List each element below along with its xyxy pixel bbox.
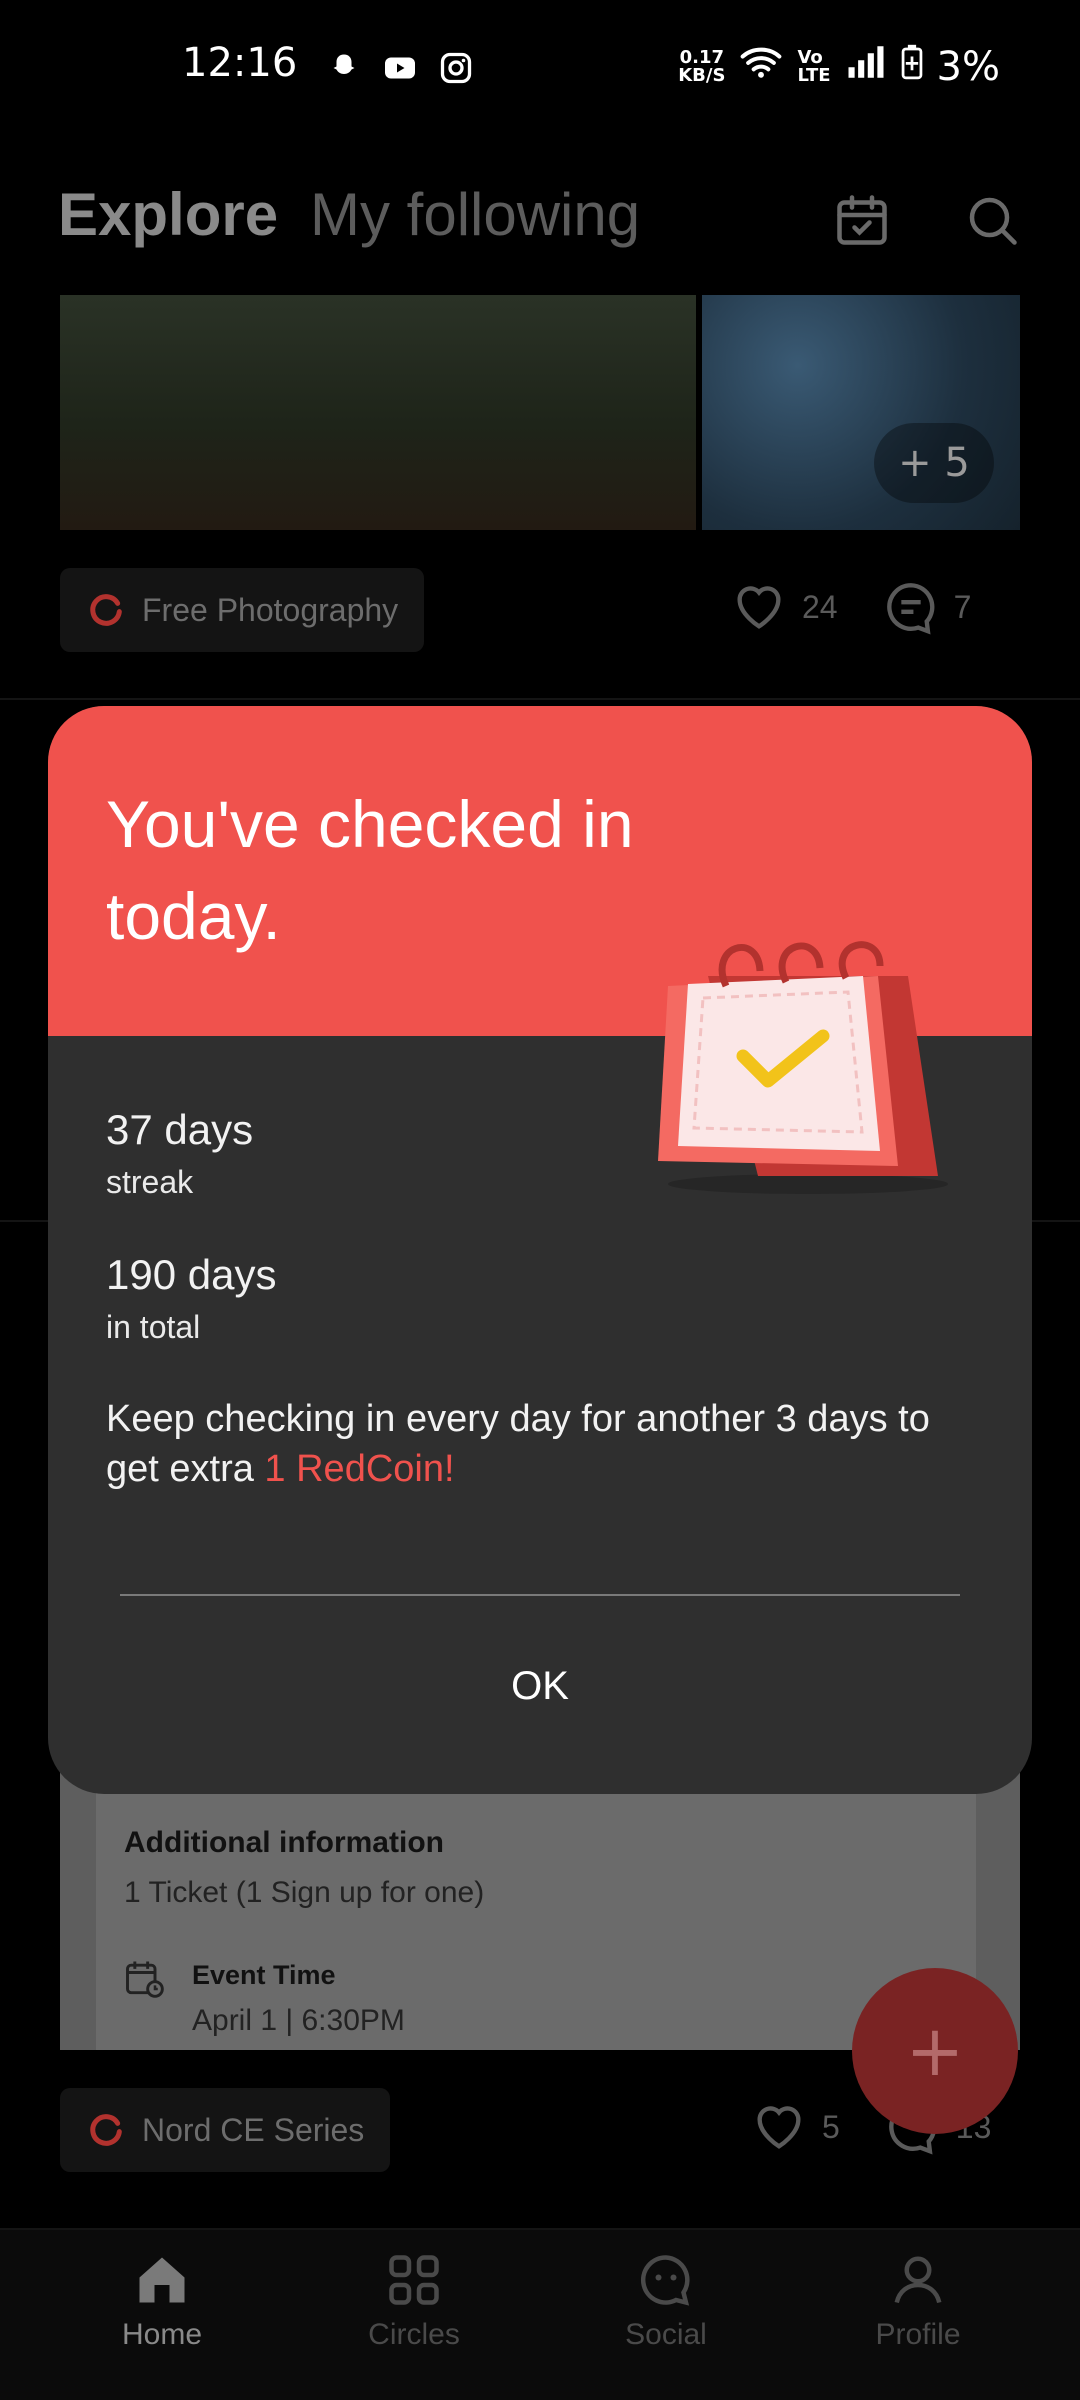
- more-photos-count[interactable]: + 5: [874, 423, 994, 503]
- tab-my-following[interactable]: My following: [310, 180, 640, 249]
- circle-logo-icon: [90, 594, 122, 626]
- social-icon: [640, 2255, 690, 2306]
- search-icon[interactable]: [962, 190, 1022, 250]
- network-speed: 0.17 KB/S: [678, 49, 725, 85]
- dialog-title: You've checked in today.: [106, 787, 634, 953]
- status-right: 0.17 KB/S Vo LTE 3%: [678, 40, 1000, 94]
- streak-label: streak: [106, 1164, 194, 1200]
- comment-icon[interactable]: [882, 578, 940, 636]
- create-post-button[interactable]: +: [852, 1968, 1018, 2134]
- nav-label: Circles: [368, 2318, 460, 2351]
- status-bar: 12:16 0.17 KB/S Vo LTE 3%: [0, 0, 1080, 130]
- notification-icons: [326, 50, 474, 86]
- snapchat-icon: [326, 50, 362, 86]
- like-icon[interactable]: [750, 2098, 808, 2156]
- wifi-icon: [739, 40, 783, 94]
- calendar-illustration: [658, 941, 948, 1194]
- bottom-navigation: Home Circles Social Profile: [0, 2228, 1080, 2400]
- message-text: Keep checking in every day for another 3…: [106, 1398, 930, 1490]
- event-calendar-icon: [122, 1956, 166, 2000]
- home-icon: [139, 2257, 185, 2303]
- circle-name: Nord CE Series: [142, 2111, 365, 2148]
- nav-social[interactable]: Social: [586, 2250, 746, 2352]
- battery-percent: 3%: [936, 44, 1000, 90]
- plus-icon: +: [905, 2010, 965, 2092]
- like-icon[interactable]: [730, 578, 788, 636]
- total-value: 190 days: [106, 1251, 277, 1298]
- ok-button[interactable]: OK: [48, 1636, 1032, 1736]
- nav-circles[interactable]: Circles: [334, 2250, 494, 2352]
- lte-bottom: LTE: [797, 65, 831, 86]
- battery-icon: [901, 42, 923, 92]
- like-count: 24: [802, 588, 838, 625]
- top-header: Explore My following: [58, 170, 1022, 270]
- check-in-dialog: You've checked in today. 37 days streak …: [48, 706, 1032, 1794]
- nav-home[interactable]: Home: [82, 2250, 242, 2352]
- nav-profile[interactable]: Profile: [838, 2250, 998, 2352]
- check-in-message: Keep checking in every day for another 3…: [106, 1394, 986, 1494]
- check-in-calendar-icon[interactable]: [832, 190, 892, 250]
- comment-count: 7: [953, 588, 972, 625]
- post-photo-butterfly[interactable]: + 5: [702, 295, 1020, 530]
- dialog-divider: [120, 1594, 960, 1596]
- streak-value: 37 days: [106, 1106, 254, 1153]
- nav-label: Profile: [875, 2318, 961, 2351]
- circle-chip[interactable]: Free Photography: [60, 568, 425, 652]
- signal-icon: [845, 41, 887, 93]
- like-count: 5: [822, 2108, 840, 2145]
- nav-label: Home: [121, 2318, 203, 2351]
- profile-icon: [894, 2256, 942, 2304]
- nav-label: Social: [625, 2318, 707, 2351]
- additional-info-value: 1 Ticket (1 Sign up for one): [124, 1876, 485, 1909]
- post-photo[interactable]: [60, 295, 696, 530]
- speed-unit: KB/S: [678, 65, 726, 86]
- circles-icon: [389, 2255, 439, 2305]
- instagram-icon: [438, 50, 474, 86]
- post-stats: 24 7: [730, 578, 971, 636]
- total-label: in total: [106, 1309, 201, 1345]
- volte-indicator: Vo LTE: [797, 49, 830, 85]
- youtube-icon: [382, 50, 418, 86]
- reward-text: 1 RedCoin!: [264, 1448, 455, 1490]
- event-time-value: April 1 | 6:30PM: [192, 2004, 405, 2037]
- circle-chip[interactable]: Nord CE Series: [60, 2088, 391, 2172]
- additional-info-title: Additional information: [124, 1826, 444, 1859]
- post-divider: [0, 698, 1080, 700]
- status-time: 12:16: [182, 40, 298, 86]
- tab-explore[interactable]: Explore: [58, 180, 278, 249]
- circle-logo-icon: [90, 2114, 122, 2146]
- event-time-label: Event Time: [192, 1960, 336, 1990]
- circle-name: Free Photography: [142, 591, 399, 628]
